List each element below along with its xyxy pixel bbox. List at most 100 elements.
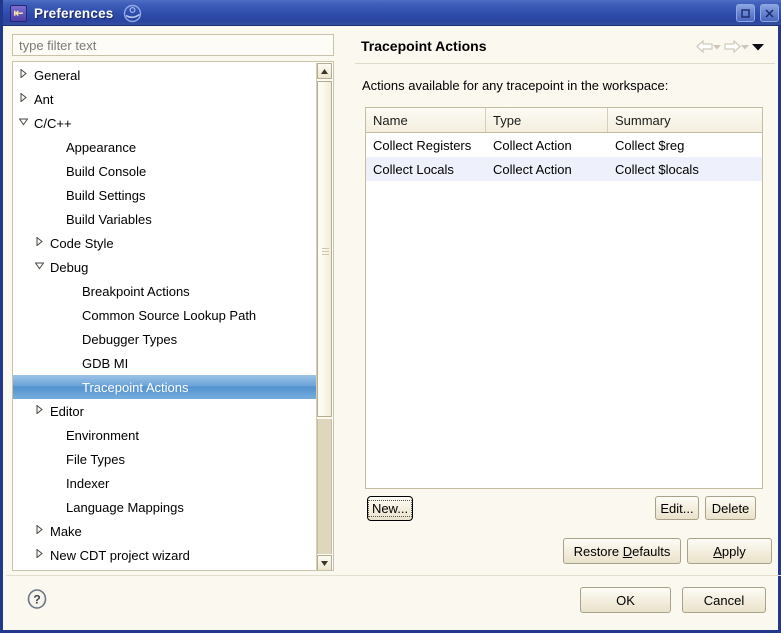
tree-item-general[interactable]: General <box>13 63 317 87</box>
tree-item-make[interactable]: Make <box>13 519 317 543</box>
tree-item-build-console[interactable]: Build Console <box>13 159 317 183</box>
page-nav-toolbar <box>696 40 764 53</box>
restore-defaults-label: Restore Defaults <box>573 543 671 559</box>
apply-button[interactable]: Apply <box>687 538 772 564</box>
cell-summary: Collect $reg <box>615 137 685 153</box>
chevron-right-icon[interactable] <box>35 524 48 538</box>
scroll-up-icon[interactable] <box>317 63 332 79</box>
actions-table[interactable]: Name Type Summary Collect Registers Collect… <box>365 107 763 489</box>
tree-vertical-scrollbar[interactable] <box>316 63 332 570</box>
tree-item-build-settings[interactable]: Build Settings <box>13 183 317 207</box>
tree-item-label: General <box>34 67 81 83</box>
tree-item-debugger-types[interactable]: Debugger Types <box>13 327 317 351</box>
cell-type: Collect Action <box>493 161 572 177</box>
tree-item-breakpoint-actions[interactable]: Breakpoint Actions <box>13 279 317 303</box>
tree-item-label: New CDT project wizard <box>50 547 190 563</box>
page-title: Tracepoint Actions <box>361 38 487 54</box>
restore-defaults-button[interactable]: Restore Defaults <box>563 538 681 564</box>
preferences-tree[interactable]: General Ant C/C++ Appearance Build Console Bu… <box>12 61 334 571</box>
tree-item-label: Editor <box>50 403 84 419</box>
tree-item-label: Common Source Lookup Path <box>82 307 257 323</box>
tree-item-build-variables[interactable]: Build Variables <box>13 207 317 231</box>
tree-item-label: GDB MI <box>82 355 129 371</box>
new-button[interactable]: New... <box>367 496 413 521</box>
chevron-down-icon <box>741 44 749 49</box>
chevron-right-icon[interactable] <box>35 404 48 418</box>
cell-summary: Collect $locals <box>615 161 699 177</box>
tree-item-common-source-lookup-path[interactable]: Common Source Lookup Path <box>13 303 317 327</box>
cell-name: Collect Registers <box>373 137 472 153</box>
tree-item-debug[interactable]: Debug <box>13 255 317 279</box>
tree-item-indexer[interactable]: Indexer <box>13 471 317 495</box>
delete-button-label: Delete <box>711 500 750 516</box>
ok-button-label: OK <box>616 592 635 608</box>
scrollbar-thumb[interactable] <box>317 81 332 417</box>
chevron-right-icon[interactable] <box>19 92 32 106</box>
eclipse-logo-icon <box>123 4 142 23</box>
edit-button[interactable]: Edit... <box>655 496 699 520</box>
tree-item-label: Language Mappings <box>66 499 184 515</box>
tree-item-label: Make <box>50 523 82 539</box>
tree-item-label: Appearance <box>66 139 137 155</box>
tree-item-file-types[interactable]: File Types <box>13 447 317 471</box>
tree-item-language-mappings[interactable]: Language Mappings <box>13 495 317 519</box>
chevron-right-icon[interactable] <box>35 548 48 562</box>
cell-type: Collect Action <box>493 137 572 153</box>
chevron-down-icon <box>713 44 721 49</box>
view-menu-button[interactable] <box>752 43 764 51</box>
tree-item-label: Build Console <box>66 163 147 179</box>
tree-item-label: Debugger Types <box>82 331 178 347</box>
table-row[interactable]: Collect Registers Collect Action Collect $… <box>366 133 762 157</box>
tree-item-label: Debug <box>50 259 89 275</box>
close-button[interactable] <box>760 4 779 22</box>
tree-item-label: Tracepoint Actions <box>82 379 189 395</box>
column-header-name[interactable]: Name <box>366 108 486 132</box>
apply-label: Apply <box>713 543 746 559</box>
chevron-down-icon[interactable] <box>19 117 32 130</box>
column-header-type[interactable]: Type <box>486 108 608 132</box>
chevron-right-icon[interactable] <box>19 68 32 82</box>
back-button[interactable] <box>696 40 721 53</box>
tree-item-label: Breakpoint Actions <box>82 283 190 299</box>
tree-item-ant[interactable]: Ant <box>13 87 317 111</box>
tree-item-code-style[interactable]: Code Style <box>13 231 317 255</box>
cancel-button[interactable]: Cancel <box>682 587 766 613</box>
svg-text:?: ? <box>33 593 40 607</box>
tree-item-label: Environment <box>66 427 139 443</box>
scroll-down-icon[interactable] <box>317 555 332 570</box>
tree-item-environment[interactable]: Environment <box>13 423 317 447</box>
tree-item-label: File Types <box>66 451 126 467</box>
tree-item-label: Build Variables <box>66 211 152 227</box>
new-button-label: New... <box>367 500 413 517</box>
table-row[interactable]: Collect Locals Collect Action Collect $loc… <box>366 157 762 181</box>
tree-item-tracepoint-actions[interactable]: Tracepoint Actions <box>13 375 317 399</box>
filter-input[interactable]: type filter text <box>12 34 334 56</box>
tree-list: General Ant C/C++ Appearance Build Console Bu… <box>13 63 317 567</box>
ok-button[interactable]: OK <box>580 587 671 613</box>
scrollbar-track[interactable] <box>317 419 332 554</box>
page-description: Actions available for any tracepoint in … <box>362 78 669 93</box>
maximize-button[interactable] <box>736 4 755 22</box>
cancel-button-label: Cancel <box>703 592 745 608</box>
scrollbar-grip-icon <box>322 248 329 255</box>
help-question-icon[interactable]: ? <box>26 588 48 610</box>
preferences-dialog: ⇤ Preferences type filter text General An… <box>0 0 781 633</box>
view-menu-chevron-icon <box>752 43 764 50</box>
delete-button[interactable]: Delete <box>705 496 756 520</box>
column-header-summary[interactable]: Summary <box>608 108 762 132</box>
eclipse-icon: ⇤ <box>10 4 27 22</box>
filter-placeholder: type filter text <box>19 37 97 53</box>
tree-item-c-c[interactable]: C/C++ <box>13 111 317 135</box>
tree-item-gdb-mi[interactable]: GDB MI <box>13 351 317 375</box>
tree-item-label: Ant <box>34 91 54 107</box>
table-header-row: Name Type Summary <box>366 108 762 133</box>
tree-item-appearance[interactable]: Appearance <box>13 135 317 159</box>
tree-item-label: C/C++ <box>34 115 72 131</box>
chevron-down-icon[interactable] <box>35 261 48 274</box>
tree-item-label: Code Style <box>50 235 114 251</box>
cell-name: Collect Locals <box>373 161 454 177</box>
forward-button[interactable] <box>724 40 749 53</box>
tree-item-new-cdt-project-wizard[interactable]: New CDT project wizard <box>13 543 317 567</box>
tree-item-editor[interactable]: Editor <box>13 399 317 423</box>
chevron-right-icon[interactable] <box>35 236 48 250</box>
